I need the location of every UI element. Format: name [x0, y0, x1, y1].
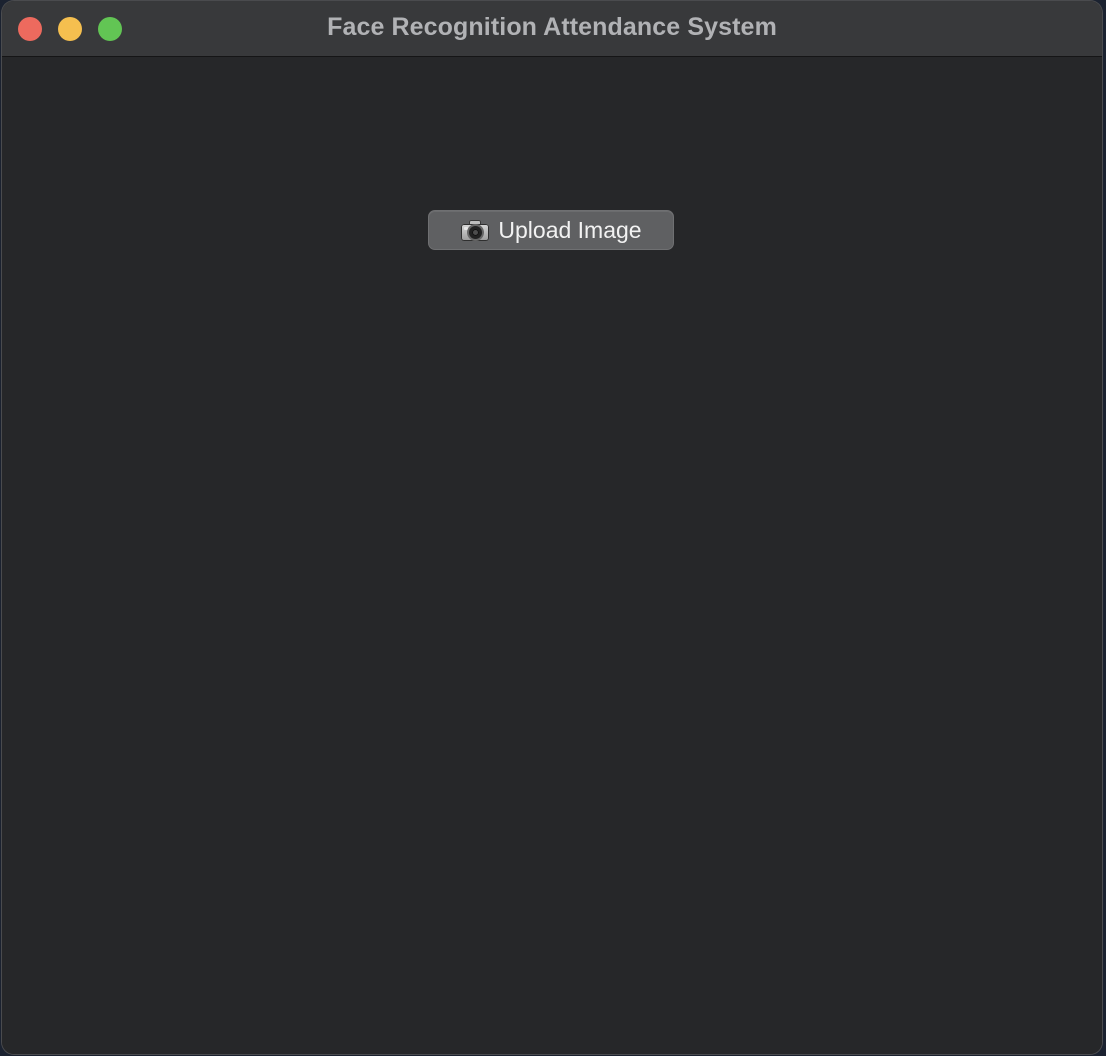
upload-image-label: Upload Image	[498, 216, 642, 243]
title-bar[interactable]: Face Recognition Attendance System	[2, 1, 1102, 57]
upload-image-button[interactable]: Upload Image	[428, 210, 674, 250]
camera-icon	[460, 219, 490, 241]
window-title: Face Recognition Attendance System	[327, 13, 777, 41]
app-window: Face Recognition Attendance System Uploa…	[2, 1, 1102, 1054]
main-content-area: Upload Image	[2, 57, 1102, 1054]
camera-flash-shape	[464, 227, 469, 230]
